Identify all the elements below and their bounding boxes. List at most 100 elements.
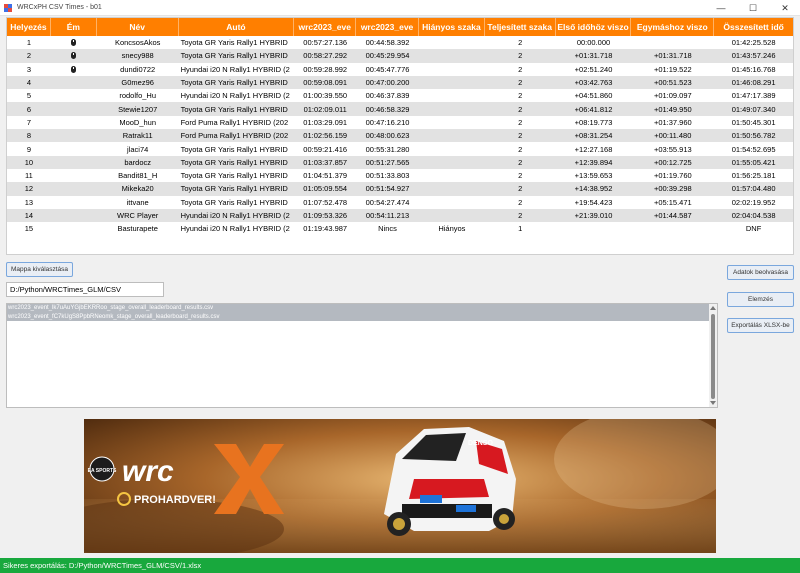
header-gap-first[interactable]: Első időhöz viszo [556, 18, 632, 36]
table-row[interactable]: 13 ittvane Toyota GR Yaris Rally1 HYBRID 01… [7, 195, 793, 209]
cell-medal [51, 36, 97, 49]
file-list-item[interactable]: wrc2023_event_lk7uAuYGjbEKRRoo_stage_ove… [7, 304, 709, 313]
cell-total: 01:45:16.768 [731, 64, 776, 74]
cell-gap-prev: +01:09.097 [653, 91, 692, 101]
table-row[interactable]: 9 jlaci74 Toyota GR Yaris Rally1 HYBRID 00:… [7, 142, 793, 156]
cell-stage2: 00:51:33.803 [365, 171, 410, 181]
analyze-button[interactable]: Elemzés [727, 292, 794, 307]
header-total[interactable]: Összesített idő [714, 18, 793, 36]
cell-gap-prev: +00:39.298 [653, 184, 692, 194]
header-stage1[interactable]: wrc2023_eve [294, 18, 357, 36]
file-list-scrollbar[interactable] [709, 304, 717, 407]
file-list-item[interactable]: wrc2023_event_fC7kUgS8PpbRNeomk_stage_ov… [7, 312, 709, 321]
table-row[interactable]: 2 snecy988 Toyota GR Yaris Rally1 HYBRID 00… [7, 49, 793, 63]
cell-stage1: 01:19:43.987 [303, 224, 348, 234]
cell-total: 01:54:52.695 [731, 144, 776, 154]
select-folder-button[interactable]: Mappa kiválasztása [6, 262, 73, 277]
header-stage2[interactable]: wrc2023_eve [356, 18, 419, 36]
cell-total: 02:02:19.952 [731, 197, 776, 207]
cell-car: Toyota GR Yaris Rally1 HYBRID [180, 184, 288, 194]
export-xlsx-button[interactable]: Exportálás XLSX-be [727, 318, 794, 333]
cell-missing [419, 36, 485, 49]
cell-name: Bandit81_H [118, 171, 158, 181]
maximize-button[interactable]: ☐ [738, 0, 768, 16]
cell-missing [419, 102, 485, 115]
ea-badge-text: EA SPORTS [88, 468, 117, 474]
cell-medal [51, 63, 97, 76]
folder-path-input[interactable]: D:/Python/WRCTimes_GLM/CSV [6, 282, 164, 297]
cell-completed: 1 [518, 224, 523, 234]
cell-gap-prev: +01:19.760 [653, 171, 692, 181]
header-completed[interactable]: Teljesített szaka [485, 18, 556, 36]
cell-name: Mikeka20 [121, 184, 154, 194]
table-row[interactable]: 10 bardocz Toyota GR Yaris Rally1 HYBRID 01… [7, 155, 793, 169]
cell-missing [419, 89, 485, 102]
table-row[interactable]: 11 Bandit81_H Toyota GR Yaris Rally1 HYBRI… [7, 168, 793, 183]
cell-missing [419, 129, 485, 142]
cell-completed: 2 [518, 197, 523, 207]
cell-missing [419, 156, 485, 169]
cell-missing [419, 63, 485, 76]
cell-car: Hyundai i20 N Rally1 HYBRID (2 [180, 91, 290, 101]
cell-car: Toyota GR Yaris Rally1 HYBRID [180, 51, 288, 61]
scroll-thumb[interactable] [711, 314, 715, 399]
table-row[interactable]: 1 KoncsosAkos Toyota GR Yaris Rally1 HYBRI… [7, 36, 793, 50]
wrc-logo-text: wrc [122, 455, 174, 488]
cell-total: 01:50:56.782 [731, 131, 776, 141]
cell-stage1: 01:03:29.091 [303, 117, 348, 127]
cell-car: Ford Puma Rally1 HYBRID (202 [180, 131, 289, 141]
cell-gap-prev: +03:55.913 [653, 144, 692, 154]
cell-gap-prev: +00:11.480 [654, 131, 692, 141]
scroll-up-icon[interactable] [710, 306, 716, 310]
cell-stage1: 01:02:56.159 [303, 131, 348, 141]
cell-position: 10 [24, 157, 34, 167]
cell-position: 12 [24, 184, 34, 194]
header-missing[interactable]: Hiányos szaka [419, 18, 485, 36]
cell-gap-first: +08:31.254 [574, 131, 613, 141]
table-row[interactable]: 6 Stewie1207 Toyota GR Yaris Rally1 HYBRID… [7, 102, 793, 116]
table-row[interactable]: 14 WRC Player Hyundai i20 N Rally1 HYBRID … [7, 208, 793, 223]
table-row[interactable]: 7 MooD_hun Ford Puma Rally1 HYBRID (202 01:… [7, 115, 793, 130]
cell-medal [51, 142, 97, 155]
cell-total: 01:47:17.389 [731, 91, 776, 101]
table-row[interactable]: 15 Basturapete Hyundai i20 N Rally1 HYBRID… [7, 222, 793, 236]
header-name[interactable]: Név [97, 18, 179, 36]
cell-name: Ratrak11 [122, 131, 153, 141]
cell-name: bardocz [124, 157, 152, 167]
minimize-button[interactable]: — [706, 0, 736, 16]
header-car[interactable]: Autó [179, 18, 295, 36]
table-row[interactable]: 12 Mikeka20 Toyota GR Yaris Rally1 HYBRID 0… [7, 182, 793, 196]
cell-position: 9 [26, 144, 32, 154]
cell-gap-prev: +00:12.725 [653, 157, 692, 167]
cell-gap-prev [631, 222, 714, 235]
cell-car: Toyota GR Yaris Rally1 HYBRID [180, 171, 288, 181]
cell-car: Hyundai i20 N Rally1 HYBRID (2 [180, 224, 290, 234]
table-row[interactable]: 5 rodolfo_Hu Hyundai i20 N Rally1 HYBRID (… [7, 89, 793, 103]
csv-file-list[interactable]: wrc2023_event_lk7uAuYGjbEKRRoo_stage_ove… [6, 303, 718, 408]
load-data-button[interactable]: Adatok beolvasása [727, 265, 794, 280]
table-row[interactable]: 4 G0mez96 Toyota GR Yaris Rally1 HYBRID 00:… [7, 75, 793, 90]
table-row[interactable]: 8 Ratrak11 Ford Puma Rally1 HYBRID (202 01:… [7, 129, 793, 143]
cell-missing [419, 209, 485, 222]
cell-gap-first: +21:39.010 [574, 211, 613, 220]
cell-position: 2 [26, 51, 32, 61]
cell-position: 8 [26, 131, 32, 141]
header-medal[interactable]: Ém [51, 18, 97, 36]
table-row[interactable]: 3 dundi0722 Hyundai i20 N Rally1 HYBRID (2… [7, 62, 793, 76]
scroll-down-icon[interactable] [710, 401, 716, 405]
cell-stage2: 00:54:27.474 [365, 197, 410, 207]
cell-completed: 2 [518, 38, 523, 48]
close-button[interactable]: ✕ [770, 0, 800, 16]
header-position[interactable]: Helyezés [7, 18, 51, 36]
cell-position: 5 [26, 91, 32, 101]
cell-position: 14 [24, 211, 34, 220]
cell-medal [51, 182, 97, 195]
cell-medal [51, 196, 97, 209]
cell-gap-first: +12:27.168 [574, 144, 613, 154]
app-icon [3, 3, 13, 13]
header-gap-prev[interactable]: Egymáshoz viszo [631, 18, 715, 36]
cell-missing [419, 76, 485, 89]
cell-name: jlaci74 [127, 144, 149, 154]
cell-completed: 2 [518, 184, 523, 194]
cell-position: 4 [26, 78, 32, 88]
